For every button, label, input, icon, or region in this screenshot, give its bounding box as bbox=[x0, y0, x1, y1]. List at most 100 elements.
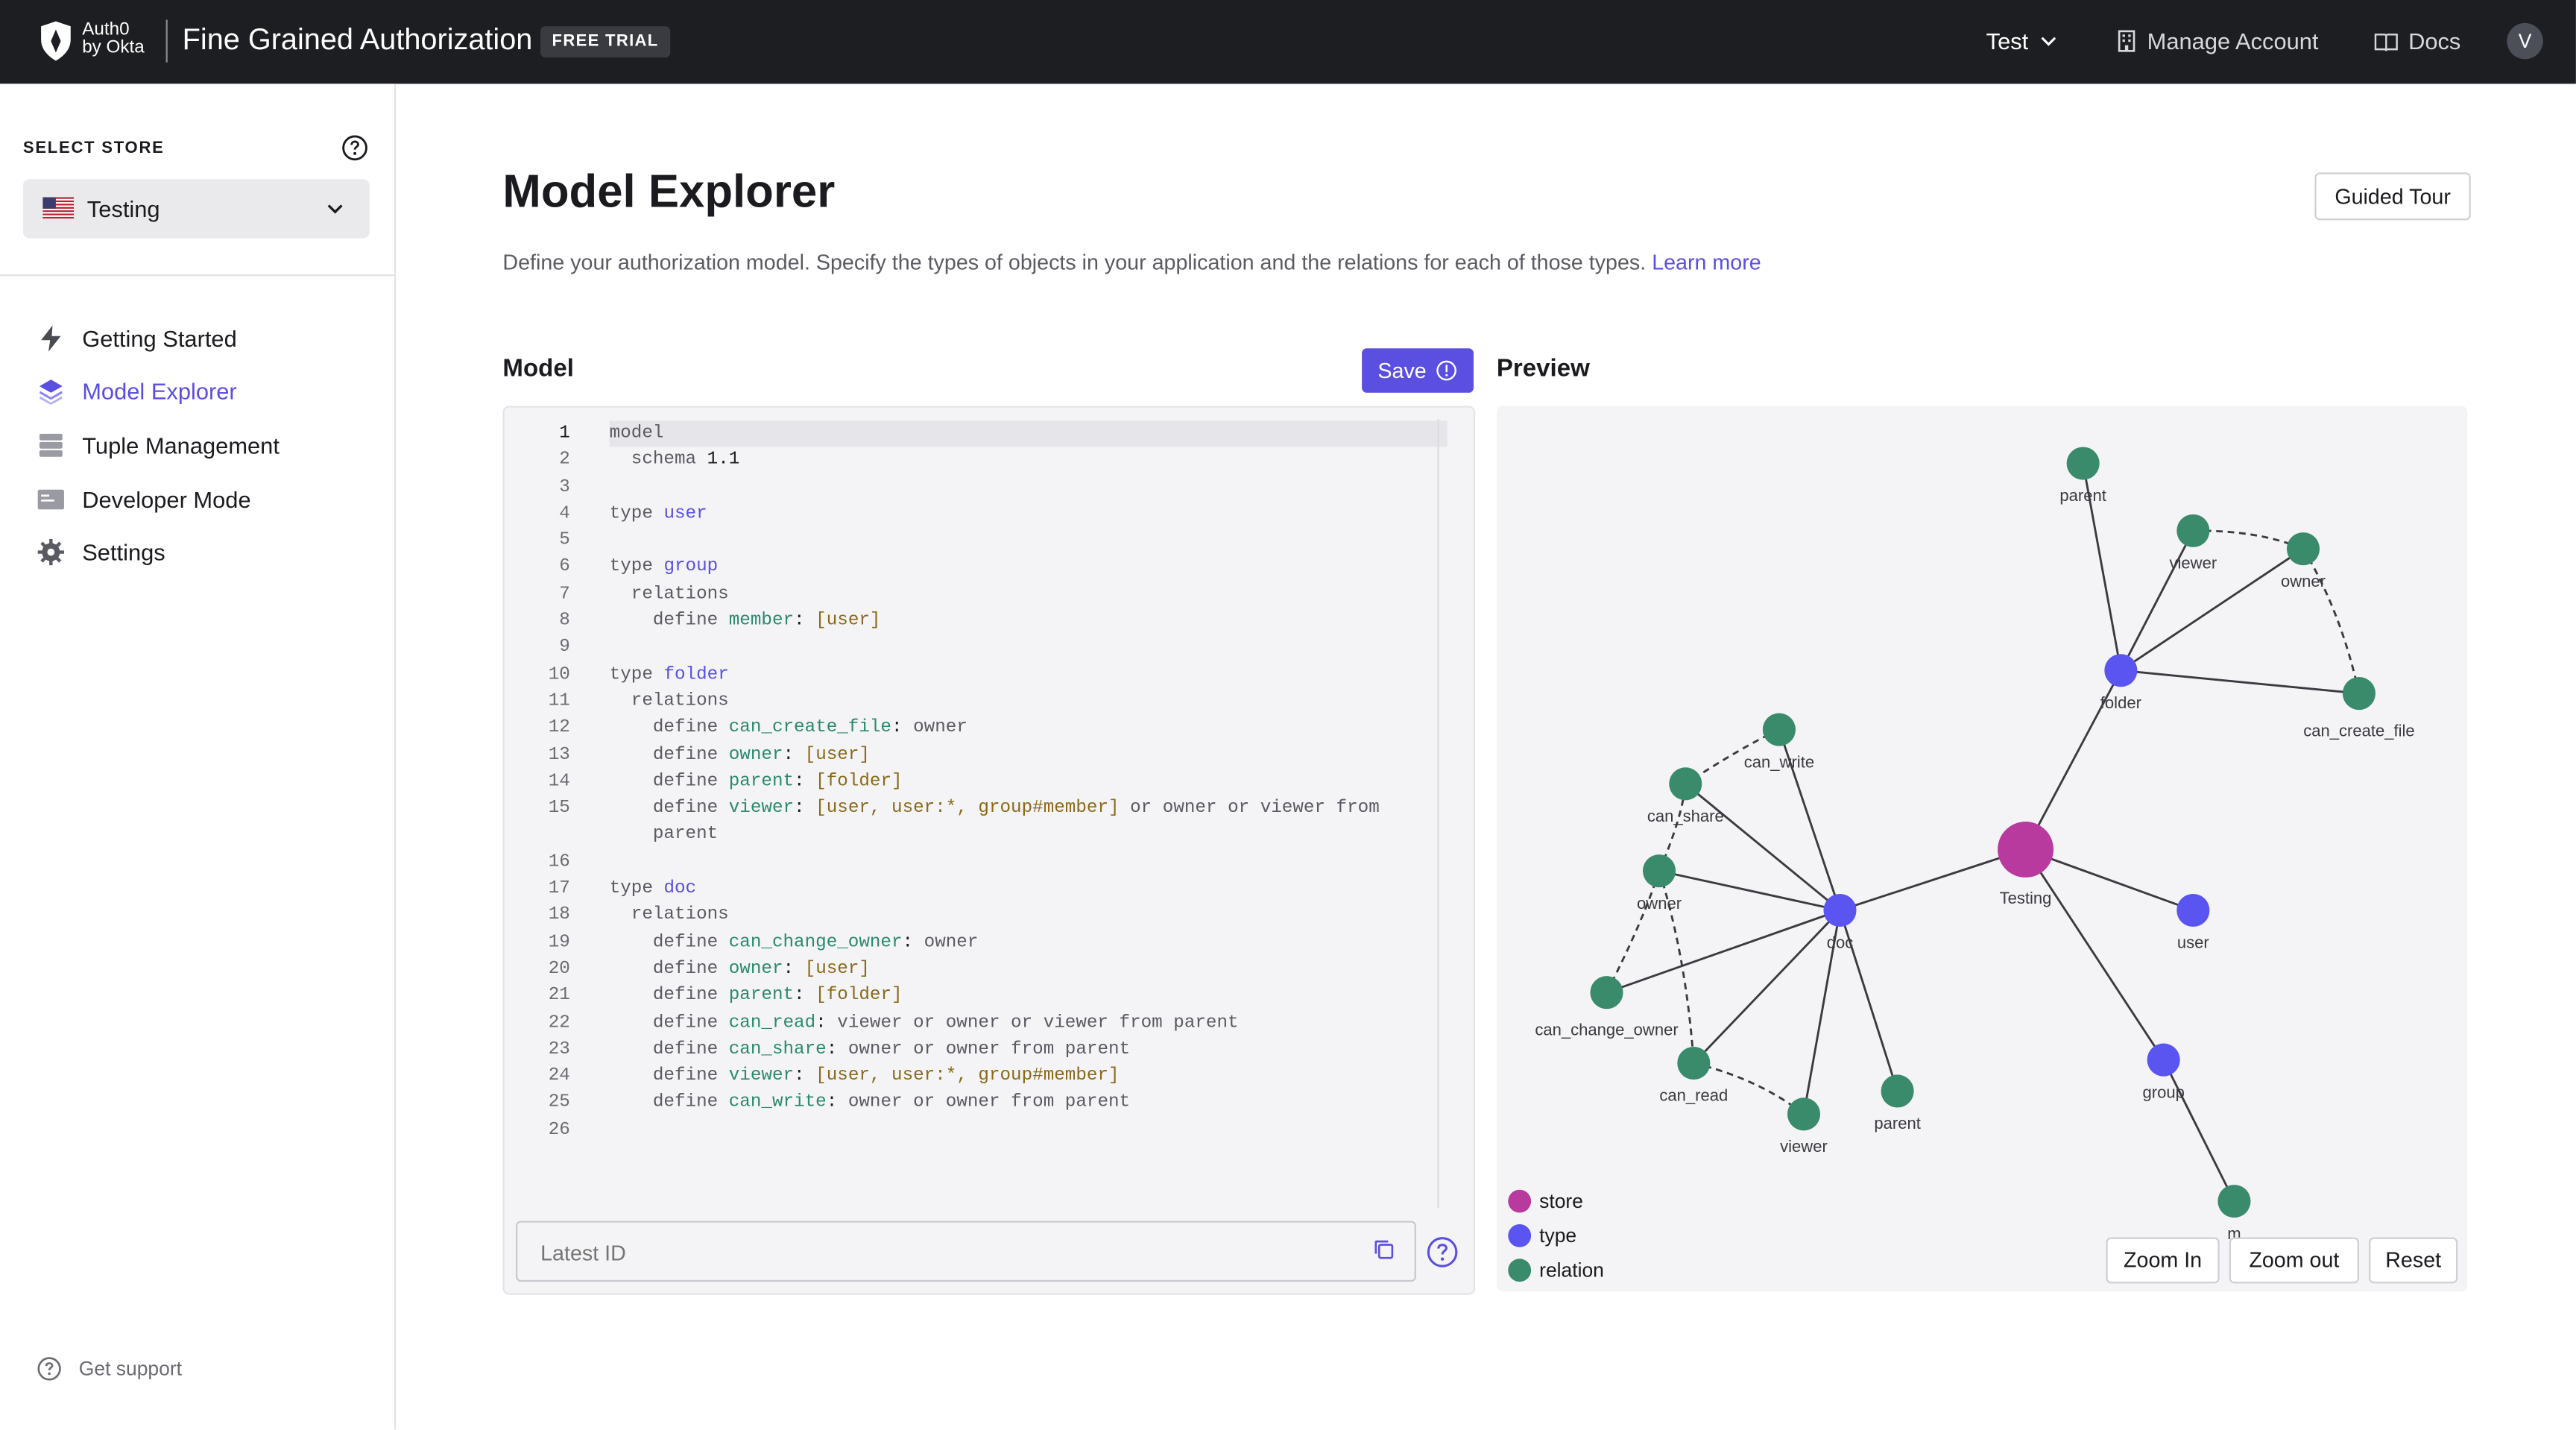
code-line[interactable]: 4 type user bbox=[505, 501, 1461, 528]
line-number: 22 bbox=[548, 1012, 570, 1033]
code-line[interactable]: 9 bbox=[505, 635, 1461, 662]
save-button[interactable]: Save bbox=[1362, 348, 1474, 393]
user-avatar[interactable]: V bbox=[2507, 22, 2543, 60]
graph-node-f-viewer[interactable] bbox=[2176, 514, 2210, 547]
reset-button[interactable]: Reset bbox=[2369, 1237, 2458, 1284]
code-line[interactable]: 14 define parent: [folder] bbox=[505, 769, 1461, 796]
learn-more-link[interactable]: Learn more bbox=[1652, 250, 1761, 274]
zoom-out-button[interactable]: Zoom out bbox=[2229, 1237, 2359, 1284]
code-line[interactable]: 26 bbox=[505, 1117, 1461, 1144]
code-line[interactable]: 16 bbox=[505, 849, 1461, 876]
code-line[interactable]: 24 define viewer: [user, user:*, group#m… bbox=[505, 1063, 1461, 1090]
code-line[interactable]: 21 define parent: [folder] bbox=[505, 983, 1461, 1010]
graph-node-store[interactable] bbox=[1998, 822, 2053, 878]
latest-id-input[interactable] bbox=[537, 1234, 1333, 1270]
code-line[interactable]: 7 relations bbox=[505, 582, 1461, 608]
manage-account-link[interactable]: Manage Account bbox=[2116, 28, 2318, 54]
line-number: 5 bbox=[559, 531, 570, 551]
tenant-dropdown[interactable]: Test bbox=[1986, 28, 2058, 54]
graph-node-doc[interactable] bbox=[1823, 893, 1857, 927]
latest-id-field[interactable] bbox=[516, 1220, 1416, 1282]
docs-link[interactable]: Docs bbox=[2374, 28, 2460, 54]
graph-node-label: owner bbox=[2281, 572, 2326, 590]
layers-icon bbox=[39, 379, 63, 405]
code-line[interactable]: 1 model bbox=[505, 421, 1461, 448]
graph-node-label: parent bbox=[2059, 486, 2106, 505]
graph-node-folder[interactable] bbox=[2104, 654, 2138, 687]
graph-node-f-parent[interactable] bbox=[2066, 447, 2100, 480]
code-line[interactable]: 19 define can_change_owner: owner bbox=[505, 930, 1461, 957]
graph-node-label: can_read bbox=[1659, 1086, 1728, 1105]
graph-node-d-viewer[interactable] bbox=[1787, 1097, 1821, 1131]
authorization-model-graph[interactable]: Testing doc folder user group parent viewer own… bbox=[1497, 406, 2468, 1291]
sidebar-item-settings[interactable]: Settings bbox=[36, 532, 165, 572]
graph-edge bbox=[1685, 783, 1841, 912]
model-code-editor[interactable]: 1 model 2 schema 1.1 3 4 type user 5 6 type grou… bbox=[502, 406, 1476, 1295]
gear-icon bbox=[37, 538, 64, 566]
copy-icon[interactable] bbox=[1371, 1238, 1396, 1262]
code-line[interactable]: 25 define can_write: owner or owner from… bbox=[505, 1090, 1461, 1117]
code-line[interactable]: 6 type group bbox=[505, 555, 1461, 582]
zoom-in-button[interactable]: Zoom In bbox=[2106, 1237, 2220, 1284]
store-name: Testing bbox=[86, 195, 160, 222]
sidebar-item-getting-started[interactable]: Getting Started bbox=[36, 319, 237, 359]
us-flag-icon bbox=[42, 197, 75, 219]
info-icon bbox=[1436, 360, 1457, 381]
graph-node-d-owner[interactable] bbox=[1643, 854, 1676, 888]
graph-node-d-can-change-owner[interactable] bbox=[1590, 976, 1623, 1009]
graph-node-label: user bbox=[2177, 933, 2209, 952]
graph-node-label: owner bbox=[1637, 894, 1682, 913]
sidebar-item-model-explorer[interactable]: Model Explorer bbox=[36, 371, 237, 411]
code-line[interactable]: 23 define can_share: owner or owner from… bbox=[505, 1036, 1461, 1063]
graph-node-label: group bbox=[2142, 1083, 2184, 1101]
line-number: 21 bbox=[548, 986, 570, 1007]
guided-tour-button[interactable]: Guided Tour bbox=[2314, 172, 2471, 221]
code-lines[interactable]: 1 model 2 schema 1.1 3 4 type user 5 6 type grou… bbox=[505, 421, 1461, 1144]
sidebar-item-tuple-management[interactable]: Tuple Management bbox=[36, 426, 280, 465]
code-text: define can_share: owner or owner from pa… bbox=[609, 1039, 1131, 1060]
graph-node-d-parent[interactable] bbox=[1881, 1074, 1914, 1108]
graph-node-label: can_share bbox=[1647, 807, 1724, 825]
code-line[interactable]: 13 define owner: [user] bbox=[505, 742, 1461, 769]
line-number: 16 bbox=[548, 852, 570, 872]
graph-node-d-can-read[interactable] bbox=[1677, 1046, 1711, 1080]
help-icon[interactable] bbox=[341, 135, 367, 161]
graph-node-d-can-write[interactable] bbox=[1762, 713, 1796, 746]
editor-scrollbar[interactable] bbox=[1437, 419, 1439, 1208]
get-support-link[interactable]: Get support bbox=[36, 1355, 182, 1382]
sidebar-item-developer-mode[interactable]: Developer Mode bbox=[36, 480, 251, 520]
store-select[interactable]: Testing bbox=[22, 179, 370, 239]
help-icon[interactable] bbox=[1426, 1235, 1459, 1268]
page-title: Model Explorer bbox=[502, 166, 836, 217]
graph-node-f-owner[interactable] bbox=[2286, 532, 2320, 566]
preview-graph-panel[interactable]: Testing doc folder user group parent viewer own… bbox=[1496, 406, 2468, 1292]
code-line[interactable]: 3 bbox=[505, 474, 1461, 501]
line-number: 12 bbox=[548, 718, 570, 739]
code-line[interactable]: 20 define owner: [user] bbox=[505, 957, 1461, 983]
auth0-shield-logo[interactable] bbox=[40, 19, 72, 62]
code-line[interactable]: 11 relations bbox=[505, 688, 1461, 715]
code-line[interactable]: 2 schema 1.1 bbox=[505, 447, 1461, 474]
code-text: model bbox=[609, 421, 1448, 448]
graph-legend: store type relation bbox=[1508, 1183, 1604, 1287]
graph-node-label: doc bbox=[1827, 933, 1854, 952]
line-number: 9 bbox=[559, 637, 570, 658]
graph-node-f-can-create-file[interactable] bbox=[2342, 677, 2375, 711]
code-line[interactable]: 8 define member: [user] bbox=[505, 608, 1461, 635]
graph-edge bbox=[1840, 848, 2026, 912]
line-number: 25 bbox=[548, 1093, 570, 1114]
code-line[interactable]: parent bbox=[505, 822, 1461, 849]
graph-node-g-member[interactable] bbox=[2217, 1185, 2251, 1218]
graph-node-group[interactable] bbox=[2147, 1043, 2180, 1077]
code-line[interactable]: 22 define can_read: viewer or owner or v… bbox=[505, 1009, 1461, 1036]
code-line[interactable]: 12 define can_create_file: owner bbox=[505, 715, 1461, 742]
code-line[interactable]: 15 define viewer: [user, user:*, group#m… bbox=[505, 796, 1461, 822]
code-line[interactable]: 10 type folder bbox=[505, 661, 1461, 688]
code-line[interactable]: 18 relations bbox=[505, 903, 1461, 930]
code-text: parent bbox=[609, 825, 719, 845]
graph-node-d-can-share[interactable] bbox=[1669, 767, 1702, 801]
code-line[interactable]: 5 bbox=[505, 528, 1461, 555]
code-line[interactable]: 17 type doc bbox=[505, 876, 1461, 903]
sidebar-item-label: Tuple Management bbox=[82, 432, 280, 459]
graph-node-user[interactable] bbox=[2176, 893, 2210, 927]
